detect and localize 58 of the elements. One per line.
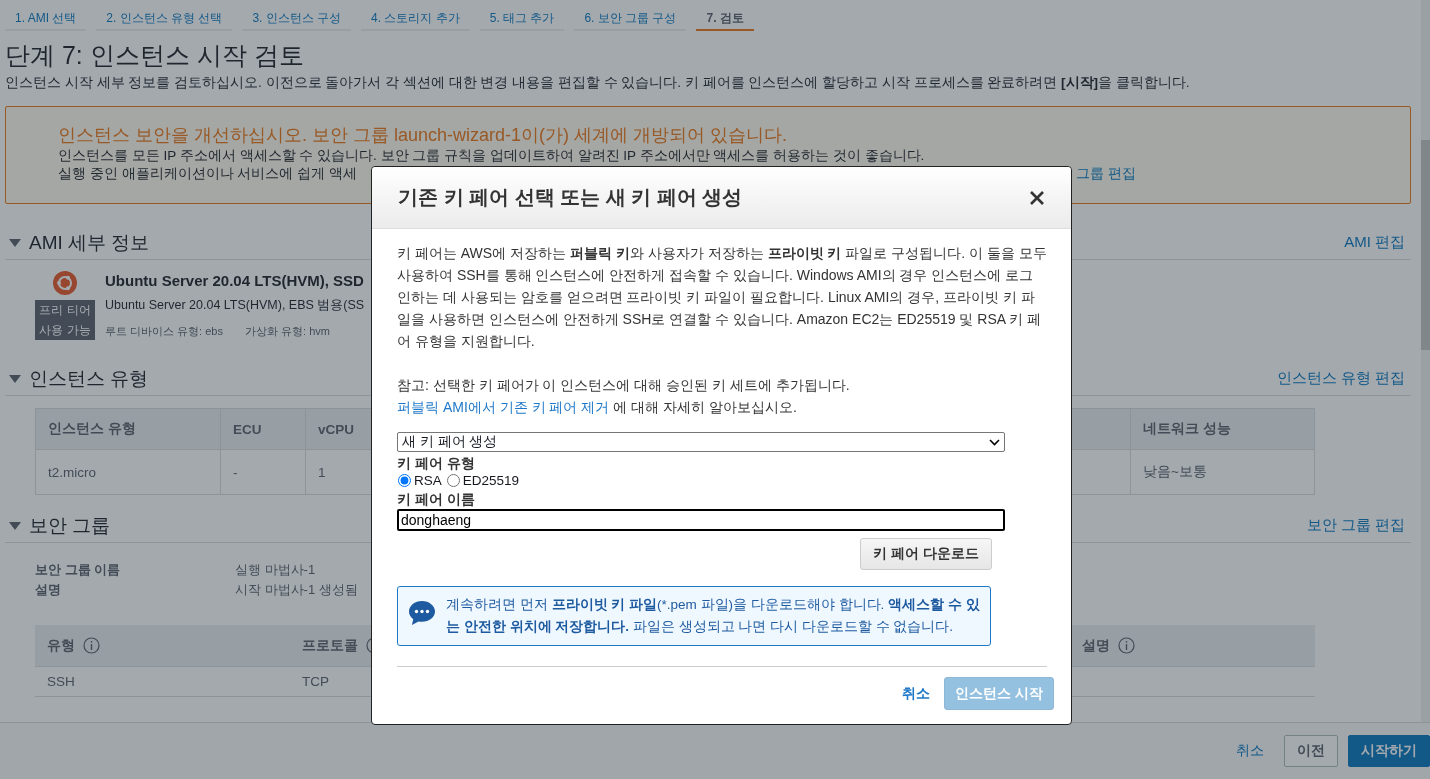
column-header: 유형 [47, 636, 75, 655]
edit-link[interactable]: AMI 편집 [1344, 233, 1405, 252]
previous-button[interactable]: 이전 [1284, 735, 1338, 767]
radio-label: RSA [414, 473, 442, 488]
wizard-step-tab[interactable]: 3. 인스턴스 구성 [242, 0, 352, 31]
column-header: 네트워크 성능 [1130, 408, 1315, 450]
warning-title: 인스턴스 보안을 개선하십시오. 보안 그룹 launch-wizard-1이(가) 세계에 개방되어 있습니다. [58, 124, 789, 147]
wizard-step-tab[interactable]: 4. 스토리지 추가 [361, 0, 470, 31]
detail-label: 설명 [35, 581, 62, 599]
ami-name: Ubuntu Server 20.04 LTS(HVM), SSD [105, 272, 365, 289]
edit-group-link[interactable]: 그룹 편집 [1076, 165, 1136, 183]
wizard-step-tab[interactable]: 7. 검토 [696, 0, 754, 31]
radio-button[interactable] [446, 474, 460, 487]
page-title: 단계 7: 인스턴스 시작 검토 [5, 40, 305, 71]
table-cell: 낮음~보통 [1130, 450, 1315, 495]
root-device-text: 루트 디바이스 유형: ebs [105, 324, 223, 339]
table-cell: t2.micro [35, 450, 220, 495]
key-pair-name-field[interactable]: donghaeng [397, 509, 1005, 531]
close-icon[interactable] [1029, 189, 1045, 206]
table-cell: SSH [35, 667, 290, 697]
warning-text: 실행 중인 애플리케이션이나 서비스에 쉽게 액세 [58, 165, 357, 183]
launch-button[interactable]: 시작하기 [1348, 735, 1430, 767]
dialog-title: 기존 키 페어 선택 또는 새 키 페어 생성 [398, 185, 743, 210]
speech-bubble-icon [408, 600, 436, 626]
key-pair-select[interactable]: 새 키 페어 생성 [397, 432, 1005, 452]
wizard-step-tab[interactable]: 5. 태그 추가 [479, 0, 565, 31]
info-text: 계속하려면 먼저 프라이빗 키 파일(*.pem 파일)을 다운로드해야 합니다. 액세스할 수 있는 안전한 위치에 저장합니다. 파일은 생성되고 나면 다시 다운로드할 수 없습니다. [446, 596, 980, 636]
table-cell: - [220, 450, 305, 495]
caret-icon[interactable] [9, 521, 21, 530]
wizard-step-tab[interactable]: 2. 인스턴스 유형 선택 [96, 0, 233, 31]
caret-icon[interactable] [9, 374, 21, 383]
download-key-pair-button[interactable]: 키 페어 다운로드 [860, 538, 992, 570]
virtualization-text: 가상화 유형: hvm [244, 324, 330, 339]
info-icon[interactable] [1118, 637, 1135, 654]
column-header: 인스턴스 유형 [35, 408, 220, 450]
cancel-link[interactable]: 취소 [1236, 742, 1264, 760]
dialog-description: 키 페어는 AWS에 저장하는 퍼블릭 키와 사용자가 저장하는 프라이빗 키 파일로 구성됩니다. 이 둘을 모두 사용하여 SSH를 통해 인스턴스에 안전하게 접속할 수 있습니다. Windows AMI의 경우 인스턴스에 로그인하는 데 사용되는 암호를 얻으려면 프라이빗 키 파일이 필요합니다. Linux AMI의 경우, 프라이빗 키 파일을 사용하면 인스턴스에 안전하게 SSH로 연결할 수 있습니다. Amazon EC2는 ED25519 및 RSA 키 페어 유형을 지원합니다. [397, 244, 1047, 351]
column-header: 설명 [1082, 636, 1110, 655]
chevron-down-icon [989, 438, 1000, 446]
info-icon[interactable] [83, 637, 100, 654]
column-header: ECU [220, 408, 305, 450]
scrollbar[interactable] [1421, 0, 1430, 722]
radio-button[interactable] [398, 474, 411, 487]
wizard-step-tab[interactable]: 6. 보안 그룹 구성 [574, 0, 687, 31]
field-label: 키 페어 유형 [397, 455, 476, 473]
edit-link[interactable]: 인스턴스 유형 편집 [1276, 369, 1405, 388]
ubuntu-logo-icon [52, 270, 78, 296]
detail-value: 실행 마법사-1 [235, 561, 317, 579]
caret-icon[interactable] [9, 238, 21, 247]
free-tier-badge: 프리 티어 사용 가능 [35, 300, 95, 340]
ami-description: Ubuntu Server 20.04 LTS(HVM), EBS 범용(SS [105, 297, 365, 314]
detail-value: 시작 마법사-1 생성됨 [235, 581, 358, 599]
detail-label: 보안 그룹 이름 [35, 561, 122, 579]
edit-link[interactable]: 보안 그룹 편집 [1306, 516, 1405, 535]
column-header: 프로토콜 [302, 636, 358, 655]
page-description: 인스턴스 시작 세부 정보를 검토하십시오. 이전으로 돌아가서 각 섹션에 대한 변경 내용을 편집할 수 있습니다. 키 페어를 인스턴스에 할당하고 시작 프로세스를 완료하려면 [시작]을 클릭합니다. [5, 74, 1191, 92]
warning-text: 인스턴스를 모든 IP 주소에서 액세스할 수 있습니다. 보안 그룹 규칙을 업데이트하여 알려진 IP 주소에서만 액세스를 허용하는 것이 좋습니다. [58, 147, 926, 165]
wizard-step-tab[interactable]: 1. AMI 선택 [5, 0, 87, 31]
